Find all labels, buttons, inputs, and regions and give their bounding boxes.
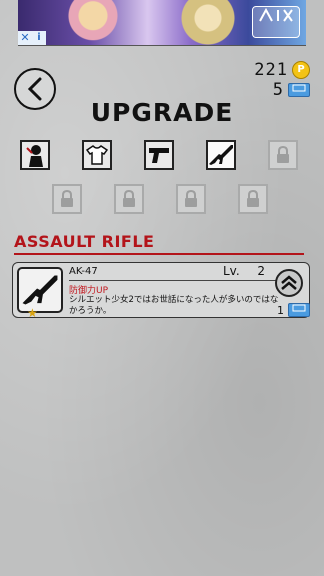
ad-character-image bbox=[58, 0, 128, 45]
coin-amount: 221 bbox=[254, 60, 288, 80]
ticket-icon bbox=[288, 83, 310, 97]
category-locked[interactable] bbox=[114, 184, 144, 214]
upgrade-button[interactable] bbox=[275, 269, 303, 297]
lock-icon bbox=[247, 190, 259, 207]
category-locked[interactable] bbox=[268, 140, 298, 170]
coin-counter: 221 P bbox=[254, 60, 310, 80]
weapon-thumbnail bbox=[17, 267, 63, 313]
name-divider bbox=[69, 280, 281, 281]
level-label: Lv. bbox=[223, 264, 240, 278]
lock-icon bbox=[61, 190, 73, 207]
lock-icon bbox=[185, 190, 197, 207]
category-character[interactable] bbox=[20, 140, 50, 170]
assault-rifle-icon bbox=[209, 145, 233, 165]
category-locked[interactable] bbox=[176, 184, 206, 214]
ad-close-icon[interactable]: ✕ bbox=[18, 31, 32, 45]
assault-rifle-icon bbox=[22, 275, 58, 305]
ticket-amount: 5 bbox=[272, 80, 284, 100]
level-value: 2 bbox=[257, 264, 265, 278]
ad-banner[interactable]: ✕ i bbox=[18, 0, 306, 46]
weapon-name: AK-47 bbox=[69, 266, 98, 277]
silhouette-girl-icon bbox=[26, 145, 43, 167]
upgrade-cost: 1 bbox=[277, 303, 310, 317]
ticket-counter: 5 bbox=[273, 80, 310, 100]
weapon-card[interactable]: ★ AK-47 Lv. 2 防御力UP シルエット少女2ではお世話になった人が多… bbox=[12, 262, 310, 320]
lock-icon bbox=[123, 190, 135, 207]
ticket-icon bbox=[288, 303, 310, 317]
weapon-description: シルエット少女2ではお世話になった人が多いのではなかろうか。 bbox=[69, 295, 279, 316]
ad-info-icon[interactable]: i bbox=[32, 31, 46, 45]
shirt-icon bbox=[86, 145, 108, 165]
category-locked[interactable] bbox=[238, 184, 268, 214]
section-header: ASSAULT RIFLE bbox=[14, 232, 304, 255]
section-divider bbox=[14, 253, 304, 255]
upgrade-cost-value: 1 bbox=[277, 303, 284, 317]
section-title: ASSAULT RIFLE bbox=[14, 232, 155, 251]
page-title: UPGRADE bbox=[90, 98, 234, 127]
category-handgun[interactable] bbox=[144, 140, 174, 170]
chevron-up-icon bbox=[281, 275, 297, 290]
weapon-level: Lv. 2 bbox=[223, 264, 265, 278]
pistol-icon bbox=[149, 148, 169, 163]
coin-icon: P bbox=[292, 61, 310, 79]
star-icon: ★ bbox=[27, 306, 38, 320]
category-clothing[interactable] bbox=[82, 140, 112, 170]
lock-icon bbox=[277, 146, 289, 163]
ad-logo bbox=[252, 6, 300, 38]
ad-character-image bbox=[168, 0, 248, 45]
category-locked[interactable] bbox=[52, 184, 82, 214]
category-assault-rifle[interactable] bbox=[206, 140, 236, 170]
